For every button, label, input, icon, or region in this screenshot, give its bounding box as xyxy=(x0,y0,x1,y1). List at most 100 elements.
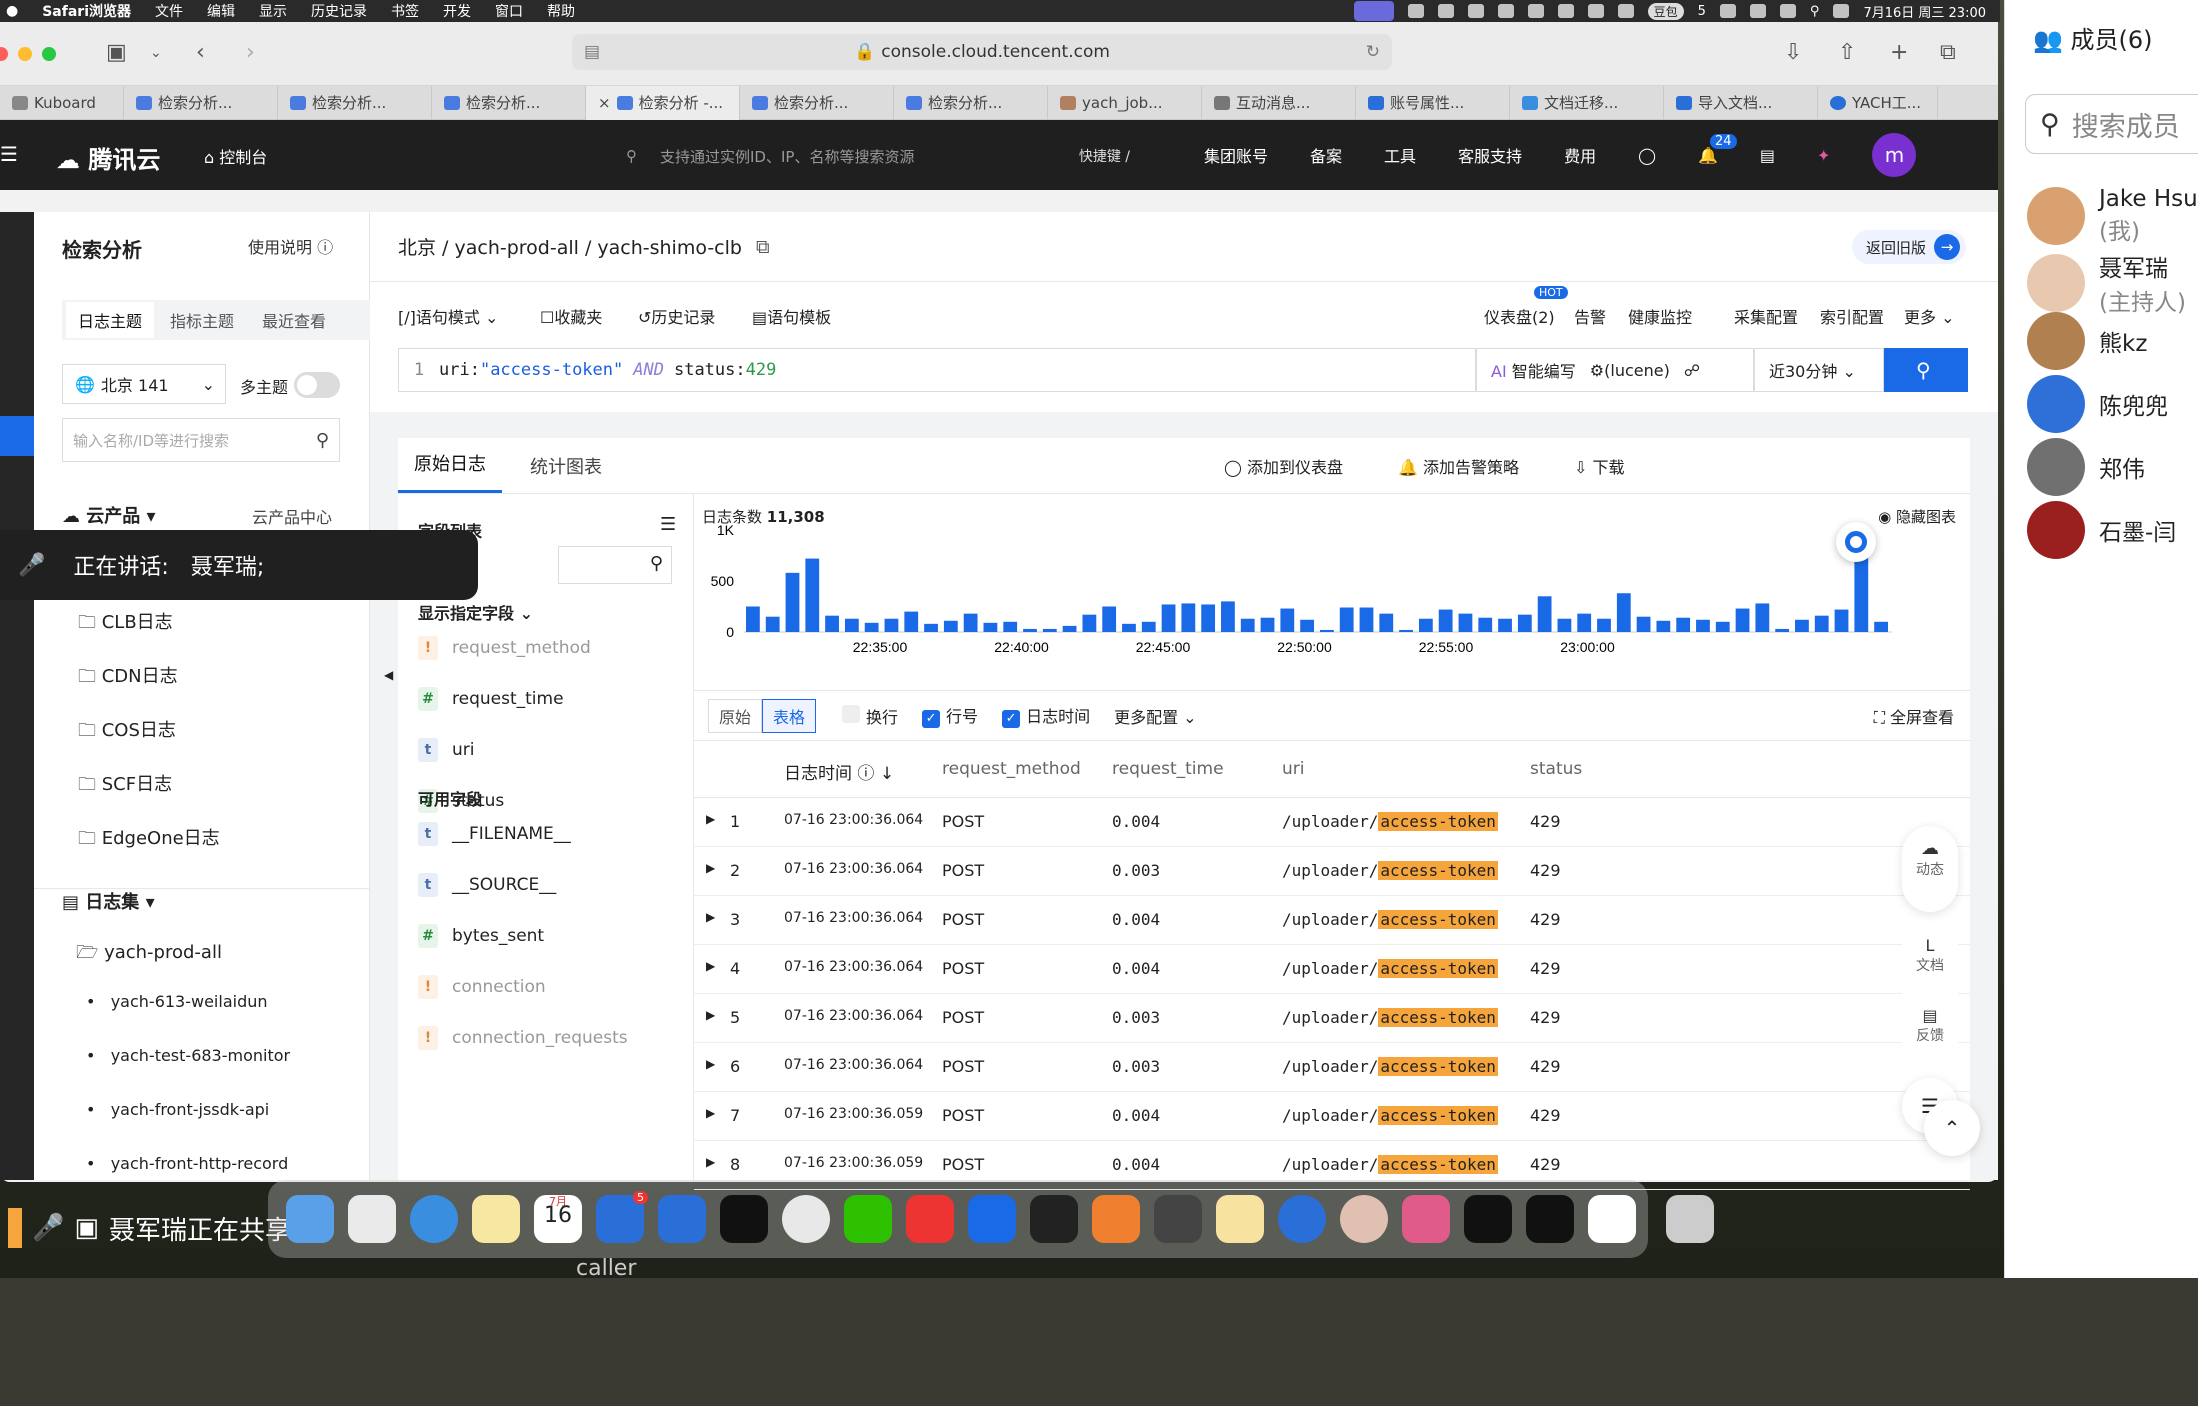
nav-group-account[interactable]: 集团账号 xyxy=(1204,143,1268,167)
goland-icon[interactable] xyxy=(1526,1195,1574,1243)
histogram-bar[interactable] xyxy=(1379,613,1394,632)
table-row[interactable]: ▶ 7 07-16 23:00:36.059 POST 0.004 429/uploade… xyxy=(694,1092,1970,1141)
field-list-settings-icon[interactable]: ☰ xyxy=(660,514,676,535)
tab-search-analysis[interactable]: 检索分析... xyxy=(278,85,432,120)
histogram-bar[interactable] xyxy=(1715,621,1730,632)
collection-config-link[interactable]: 采集配置 xyxy=(1734,304,1798,328)
battery-icon[interactable] xyxy=(1749,4,1766,18)
member-item[interactable]: 郑伟 xyxy=(2027,438,2145,496)
histogram-bar[interactable] xyxy=(1735,608,1750,632)
app-menu[interactable]: Safari浏览器 xyxy=(42,1,131,21)
histogram-bar[interactable] xyxy=(864,622,879,632)
sublime-icon[interactable] xyxy=(1154,1195,1202,1243)
col-request-time[interactable]: request_time xyxy=(1112,759,1224,779)
region-select[interactable]: 🌐 北京 141 ⌄ xyxy=(62,364,226,404)
raw-view-button[interactable]: 原始 xyxy=(708,698,763,733)
tab-doc-migration[interactable]: 文档迁移... xyxy=(1510,85,1664,120)
dashboard-link[interactable]: 仪表盘(2) xyxy=(1484,304,1555,328)
tab-search-analysis[interactable]: 检索分析... xyxy=(124,85,278,120)
product-item-clb[interactable]: 🗀 CLB日志 xyxy=(78,608,173,640)
tab-raw-logs[interactable]: 原始日志 xyxy=(398,450,502,493)
tencent-cloud-logo[interactable]: ☁ 腾讯云 xyxy=(56,140,160,175)
share-icon[interactable]: ☍ xyxy=(1684,361,1700,380)
query-template-button[interactable]: ▤语句模板 xyxy=(752,304,831,328)
download-button[interactable]: ⇩ 下载 xyxy=(1574,454,1625,478)
ai-assistant-icon[interactable]: ✦ xyxy=(1817,146,1830,165)
calendar-icon[interactable]: 7月 16 xyxy=(534,1195,582,1243)
histogram-bar[interactable] xyxy=(1775,628,1790,632)
expand-arrow-icon[interactable]: ▶ xyxy=(706,959,715,973)
histogram-bar[interactable] xyxy=(1517,614,1532,632)
histogram-bar[interactable] xyxy=(1062,625,1077,632)
histogram-bar[interactable] xyxy=(1320,629,1334,632)
tab-metric-topics[interactable]: 指标主题 xyxy=(158,302,246,338)
history-button[interactable]: ↺历史记录 xyxy=(638,304,715,328)
table-row[interactable]: ▶ 4 07-16 23:00:36.064 POST 0.004 429/uploade… xyxy=(694,945,1970,994)
assistant-float-button[interactable] xyxy=(1836,522,1876,562)
histogram-bar[interactable] xyxy=(1795,619,1809,632)
alarm-link[interactable]: 告警 xyxy=(1574,304,1606,328)
address-bar[interactable]: ▤ 🔒 console.cloud.tencent.com ↻ xyxy=(572,34,1392,70)
back-to-old-version-button[interactable]: 返回旧版 → xyxy=(1851,230,1966,264)
histogram-bar[interactable] xyxy=(1616,593,1631,632)
histogram-bar[interactable] xyxy=(1834,609,1849,632)
logset-item[interactable]: 🗁 yach-prod-all xyxy=(76,940,222,970)
histogram-bar[interactable] xyxy=(1240,618,1255,632)
table-row[interactable]: ▶ 2 07-16 23:00:36.064 POST 0.003 429/uploade… xyxy=(694,847,1970,896)
microphone-icon[interactable]: 🎤 xyxy=(32,1213,64,1243)
input-source-icon[interactable] xyxy=(1719,4,1736,18)
feishu-icon[interactable] xyxy=(968,1195,1016,1243)
field-item[interactable]: # bytes_sent xyxy=(418,924,544,948)
histogram-bar[interactable] xyxy=(1300,619,1314,632)
trash-icon[interactable] xyxy=(1666,1195,1714,1243)
status-icon[interactable] xyxy=(1557,4,1574,18)
tab-recent[interactable]: 最近查看 xyxy=(250,302,338,338)
tab-log-topics[interactable]: 日志主题 xyxy=(66,302,155,338)
topic-search-input[interactable]: 输入名称/ID等进行搜索 ⚲ xyxy=(62,418,340,462)
tab-overview-icon[interactable]: ⧉ xyxy=(1940,42,1956,64)
table-row[interactable]: ▶ 6 07-16 23:00:36.064 POST 0.003 429/uploade… xyxy=(694,1043,1970,1092)
histogram-bar[interactable] xyxy=(1122,623,1136,632)
wifi-icon[interactable] xyxy=(1779,4,1796,18)
field-item[interactable]: ! connection xyxy=(418,975,546,999)
help-link[interactable]: 使用说明 ⓘ xyxy=(248,234,333,258)
product-item-cos[interactable]: 🗀 COS日志 xyxy=(78,716,176,748)
fullscreen-button[interactable]: ⛶ 全屏查看 xyxy=(1874,704,1954,728)
resource-search-input[interactable]: ⚲ 支持通过实例ID、IP、名称等搜索资源 快捷键 / xyxy=(610,138,1130,174)
histogram-bar[interactable] xyxy=(1221,601,1235,632)
paw-app-icon[interactable] xyxy=(1216,1195,1264,1243)
histogram-bar[interactable] xyxy=(1260,617,1275,632)
box-app-icon[interactable] xyxy=(1030,1195,1078,1243)
copy-icon[interactable]: ⧉ xyxy=(756,236,770,258)
user-avatar[interactable]: m xyxy=(1872,133,1917,177)
tab-import-docs[interactable]: 导入文档... xyxy=(1664,85,1818,120)
control-center-icon[interactable] xyxy=(1833,4,1850,18)
pen-app-icon[interactable] xyxy=(1092,1195,1140,1243)
wps-icon[interactable] xyxy=(906,1195,954,1243)
histogram-bar[interactable] xyxy=(1280,608,1295,632)
wechat-icon[interactable] xyxy=(1617,4,1634,18)
histogram-bar[interactable] xyxy=(1537,596,1552,632)
collapse-arrow-icon[interactable]: ◀ xyxy=(384,668,393,682)
menubar-clock[interactable]: 7月16日 周三 23:00 xyxy=(1863,2,1986,21)
terminal-icon[interactable] xyxy=(720,1195,768,1243)
chevron-down-icon[interactable]: ⌄ xyxy=(150,42,162,64)
docs-button[interactable]: L 文档 xyxy=(1902,922,1958,992)
minimize-window-button[interactable] xyxy=(18,46,32,61)
expand-arrow-icon[interactable]: ▶ xyxy=(706,812,715,826)
nav-billing[interactable]: 费用 xyxy=(1564,143,1596,167)
expand-arrow-icon[interactable]: ▶ xyxy=(706,1106,715,1120)
line-no-checkbox[interactable]: ✓ 行号 xyxy=(922,703,978,728)
nav-support[interactable]: 客服支持 xyxy=(1458,143,1522,167)
histogram-bar[interactable] xyxy=(963,613,978,632)
member-item[interactable]: Jake Hsu (我) xyxy=(2027,186,2198,246)
histogram-bar[interactable] xyxy=(1577,613,1592,632)
table-view-button[interactable]: 表格 xyxy=(762,698,817,733)
more-dropdown[interactable]: 更多 ⌄ xyxy=(1904,304,1955,328)
table-row[interactable]: ▶ 1 07-16 23:00:36.064 POST 0.004 429/uploade… xyxy=(694,798,1970,847)
histogram-bar[interactable] xyxy=(805,558,820,632)
status-icon[interactable] xyxy=(1497,4,1514,18)
tab-stat-charts[interactable]: 统计图表 xyxy=(514,453,618,493)
avatar-app-icon[interactable] xyxy=(1340,1195,1388,1243)
apple-icon[interactable]: ● xyxy=(6,3,18,19)
